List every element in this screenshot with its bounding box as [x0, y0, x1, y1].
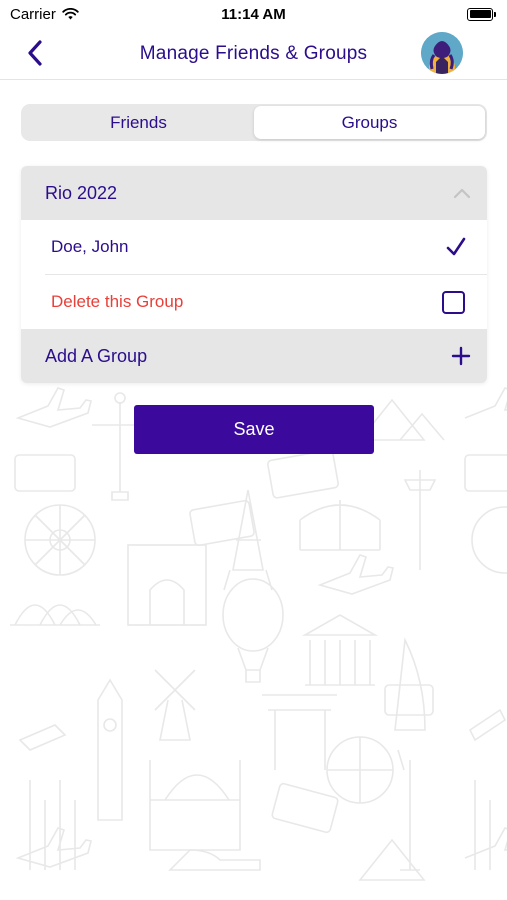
add-group-label: Add A Group: [45, 345, 148, 366]
page-title: Manage Friends & Groups: [139, 42, 368, 64]
delete-group-checkbox[interactable]: [442, 290, 465, 314]
status-left: Carrier: [10, 6, 79, 23]
navigation-bar: Manage Friends & Groups: [0, 28, 507, 80]
plus-icon[interactable]: [451, 346, 471, 366]
delete-group-row[interactable]: Delete this Group: [21, 275, 487, 329]
chevron-up-icon[interactable]: [453, 187, 471, 199]
group-name: Rio 2022: [45, 182, 118, 203]
tab-friends[interactable]: Friends: [23, 106, 254, 139]
carrier-label: Carrier: [10, 5, 56, 23]
member-row[interactable]: Doe, John: [21, 220, 487, 274]
checkmark-icon[interactable]: [445, 237, 467, 257]
save-button[interactable]: Save: [134, 405, 374, 454]
add-group-row[interactable]: Add A Group: [21, 329, 487, 383]
battery-level: [469, 10, 491, 18]
back-button[interactable]: [20, 38, 50, 68]
friends-groups-segmented-control: Friends Groups: [21, 104, 487, 141]
status-bar: Carrier 11:14 AM: [0, 0, 507, 28]
tab-groups[interactable]: Groups: [254, 106, 485, 139]
group-header-rio-2022[interactable]: Rio 2022: [21, 166, 487, 220]
member-name: Doe, John: [51, 237, 129, 256]
wifi-icon: [62, 8, 79, 20]
delete-group-label: Delete this Group: [51, 292, 184, 311]
battery-icon: [467, 7, 496, 21]
groups-list: Rio 2022 Doe, John Delete this Group Add…: [21, 166, 487, 383]
avatar[interactable]: [421, 32, 463, 74]
chevron-left-icon: [28, 40, 42, 66]
avatar-image: [421, 32, 463, 74]
